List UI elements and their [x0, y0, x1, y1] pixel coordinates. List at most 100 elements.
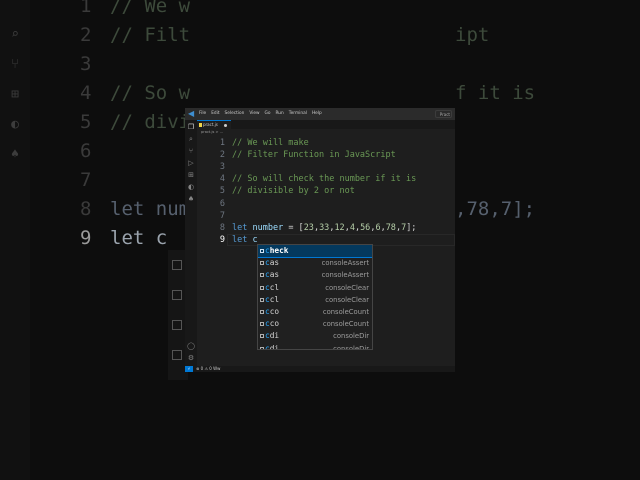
code-line[interactable]: 8 let number = [23,33,12,4,56,6,78,7];: [197, 222, 455, 234]
menu-item-run[interactable]: Run: [276, 108, 284, 120]
background-line-tail: ipt: [455, 24, 490, 46]
line-number: 6: [219, 198, 225, 209]
background-line-number: 3: [80, 53, 92, 75]
snippet-icon: [260, 285, 264, 290]
activity-bar: ❐ ⌕ ⑂ ▷ ⊞ ◐ ♠ ◯ ⚙: [185, 120, 197, 366]
problems-status[interactable]: ⊗ 0 ⚠ 0 Ww: [196, 366, 220, 372]
title-bar: ◀ File Edit Selection View Go Run Terminal Help…: [185, 108, 455, 120]
background-line-number: 7: [80, 169, 92, 191]
line-text: // Filter Function in JavaScript: [232, 149, 396, 161]
suggestion-item[interactable]: cdi consoleDir: [258, 330, 372, 342]
mongodb-leaf-icon[interactable]: ♠: [187, 195, 195, 203]
search-icon: ⌕: [11, 27, 19, 42]
gear-icon[interactable]: ⚙: [187, 354, 195, 362]
code-line[interactable]: 6: [197, 198, 455, 210]
line-number: 2: [219, 150, 225, 161]
background-code-line: 9 let c: [80, 224, 167, 252]
background-line-number: 1: [80, 0, 92, 17]
line-text: // divisible by 2 or not: [232, 185, 355, 197]
code-line[interactable]: 7: [197, 210, 455, 222]
comment-token: // We will make: [232, 138, 309, 148]
suggestion-item[interactable]: cas consoleAssert: [258, 269, 372, 281]
suggestion-item[interactable]: cdi consoleDir: [258, 343, 372, 350]
comment-token: // So will check the number if it is: [232, 174, 417, 185]
suggestion-item[interactable]: ccl consoleClear: [258, 282, 372, 294]
suggestion-label-rest: as: [269, 270, 280, 280]
background-line-number: 2: [80, 24, 92, 46]
command-center-search[interactable]: Pract: [435, 110, 452, 118]
suggestion-detail: consoleCount: [322, 308, 369, 316]
suggestion-item[interactable]: cco consoleCount: [258, 306, 372, 318]
suggestion-label: cdi: [265, 343, 280, 350]
snippet-icon: [260, 249, 264, 253]
background-line-text: // So w: [110, 82, 191, 104]
comment-token: // Filter Function in JavaScript: [232, 150, 396, 161]
account-icon[interactable]: ◯: [187, 342, 195, 350]
menu-item-view[interactable]: View: [249, 108, 259, 120]
suggestion-label-rest: di: [269, 331, 280, 341]
line-number: 1: [219, 138, 225, 148]
menu-item-help[interactable]: Help: [312, 108, 322, 120]
suggestion-label-rest: heck: [269, 246, 289, 255]
source-control-icon: ⑂: [11, 57, 19, 72]
line-text: // So will check the number if it is: [232, 173, 416, 185]
code-line[interactable]: 3: [197, 161, 455, 173]
suggestion-item[interactable]: cco consoleCount: [258, 318, 372, 330]
explorer-icon[interactable]: ❐: [187, 123, 195, 131]
snippet-icon: [260, 310, 264, 314]
suggestion-label-rest: cl: [269, 282, 280, 292]
snippet-icon: [260, 346, 264, 349]
suggestion-label: ccl: [265, 282, 279, 294]
menu-item-selection[interactable]: Selection: [225, 108, 245, 120]
suggestion-detail: consoleCount: [322, 320, 369, 329]
suggestion-widget[interactable]: check cas consoleAssert cas consoleAssert ccl…: [257, 244, 373, 350]
number-token: 23: [303, 222, 314, 233]
suggestion-label-rest: di: [269, 343, 280, 350]
line-text: // We will make: [232, 137, 309, 149]
code-line[interactable]: 4 // So will check the number if it is: [197, 173, 455, 185]
unsaved-dot-icon[interactable]: [224, 124, 227, 127]
suggestion-label-rest: co: [269, 307, 280, 316]
suggestion-item[interactable]: check: [258, 245, 372, 259]
menu-item-go[interactable]: Go: [265, 108, 271, 120]
suggestion-detail: consoleDir: [333, 332, 369, 341]
menu-item-edit[interactable]: Edit: [211, 108, 219, 120]
extensions-icon[interactable]: ⊞: [187, 171, 195, 179]
search-icon[interactable]: ⌕: [187, 135, 195, 143]
background-line-text: let c: [110, 227, 168, 249]
suggestion-item[interactable]: cas consoleAssert: [258, 257, 372, 269]
background-line-tail: ,78,7];: [455, 198, 536, 220]
tab-pract-js[interactable]: pract.js: [197, 120, 231, 129]
suggestion-label: cas: [265, 257, 279, 269]
keyword-token: let: [232, 222, 248, 233]
line-number: 8: [219, 222, 225, 233]
extensions-icon: ⊞: [11, 87, 19, 102]
keyword-token: let: [232, 234, 248, 245]
code-line[interactable]: 1 // We will make: [197, 137, 455, 149]
edge-icon: ◐: [11, 117, 19, 132]
number-token: 56: [360, 222, 371, 233]
snippet-icon: [260, 297, 264, 302]
remote-indicator[interactable]: ⚡: [185, 366, 193, 372]
line-number: 5: [219, 186, 225, 197]
suggestion-label-rest: as: [269, 258, 280, 268]
background-code-line: 4 // So w: [80, 79, 190, 107]
suggestion-item[interactable]: ccl consoleClear: [258, 294, 372, 306]
background-line-number: 5: [80, 111, 92, 133]
source-control-icon[interactable]: ⑂: [187, 147, 195, 155]
menu-item-file[interactable]: File: [199, 108, 206, 120]
suggestion-detail: consoleClear: [325, 283, 369, 292]
background-code-line: 8 let num: [80, 195, 190, 223]
background-activity-bar: ⌕ ⑂ ⊞ ◐ ♠: [0, 0, 30, 480]
code-line[interactable]: 5 // divisible by 2 or not: [197, 185, 455, 197]
background-line-tail: f it is: [455, 82, 536, 104]
snippet-icon: [260, 334, 264, 339]
snippet-icon: [260, 322, 264, 327]
run-debug-icon[interactable]: ▷: [187, 159, 195, 167]
edge-icon[interactable]: ◐: [187, 183, 195, 191]
code-line[interactable]: 2 // Filter Function in JavaScript: [197, 149, 455, 161]
number-token: 78: [385, 222, 396, 233]
menu-item-terminal[interactable]: Terminal: [289, 108, 307, 120]
suggestion-label-rest: co: [269, 319, 280, 329]
background-code-line: 6: [80, 137, 110, 165]
